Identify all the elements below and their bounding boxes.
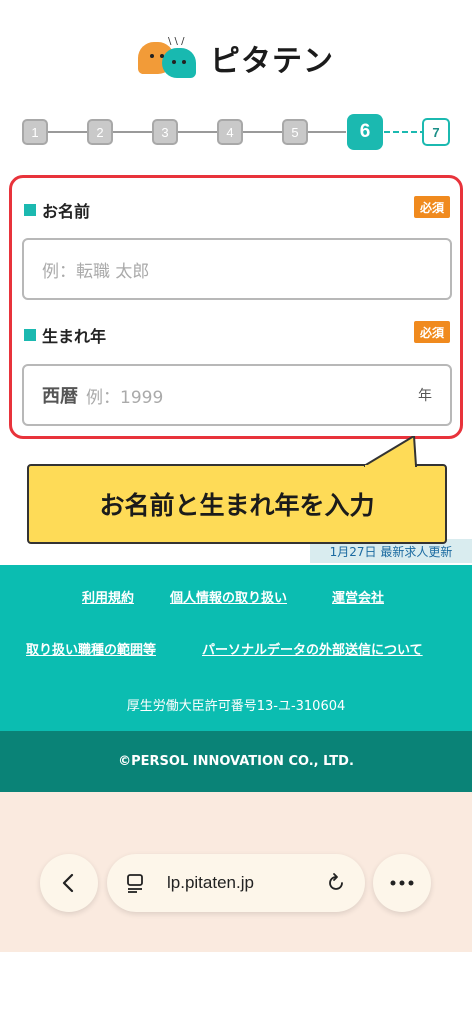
step-indicator: 1 2 3 4 5 6 7	[22, 114, 452, 150]
copyright: ©PERSOL INNOVATION CO., LTD.	[0, 731, 472, 792]
instruction-callout: お名前と生まれ年を入力	[27, 464, 447, 544]
label-square-icon	[24, 204, 36, 216]
name-input[interactable]: 例：転職 太郎	[22, 238, 452, 300]
url-text: lp.pitaten.jp	[167, 873, 254, 892]
footer-link-terms[interactable]: 利用規約	[82, 587, 134, 606]
birth-year-field-label: 生まれ年	[24, 323, 106, 347]
license-number: 厚生労働大臣許可番号13-ユ-310604	[126, 699, 346, 714]
footer-link-personal-data[interactable]: パーソナルデータの外部送信について	[202, 639, 423, 658]
footer: 利用規約 個人情報の取り扱い 運営会社 取り扱い職種の範囲等 パーソナルデータの…	[0, 565, 472, 731]
step-4: 4	[217, 119, 243, 145]
birth-year-required-badge: 必須	[414, 321, 450, 343]
browser-toolbar: lp.pitaten.jp	[0, 792, 472, 952]
step-2: 2	[87, 119, 113, 145]
name-required-badge: 必須	[414, 196, 450, 218]
step-connector-dashed	[384, 131, 426, 133]
step-7: 7	[422, 118, 450, 146]
reader-icon[interactable]	[125, 872, 147, 894]
footer-link-company[interactable]: 運営会社	[332, 587, 384, 606]
step-6-current: 6	[347, 114, 383, 150]
birth-year-label-text: 生まれ年	[42, 327, 107, 346]
name-input-placeholder: 例：転職 太郎	[42, 261, 150, 282]
more-icon	[390, 880, 414, 886]
logo-mark-icon: \ \ /	[138, 36, 200, 80]
birth-year-suffix: 年	[418, 388, 432, 404]
logo-text: ピタテン	[210, 44, 334, 79]
reload-icon[interactable]	[325, 872, 347, 894]
footer-link-job-scope[interactable]: 取り扱い職種の範囲等	[26, 639, 156, 658]
birth-year-placeholder: 例：1999	[86, 387, 164, 408]
chevron-left-icon	[62, 873, 74, 893]
form-highlight-box: お名前 必須 例：転職 太郎 生まれ年 必須 西暦 例：1999 年	[9, 175, 463, 439]
birth-year-input[interactable]: 西暦 例：1999 年	[22, 364, 452, 426]
more-button[interactable]	[373, 854, 431, 912]
bottom-safe-area	[0, 952, 472, 1024]
footer-link-privacy[interactable]: 個人情報の取り扱い	[170, 587, 287, 606]
birth-year-prefix: 西暦	[42, 386, 78, 407]
app-logo: \ \ / ピタテン	[0, 36, 472, 80]
step-5: 5	[282, 119, 308, 145]
back-button[interactable]	[40, 854, 98, 912]
step-1: 1	[22, 119, 48, 145]
address-bar[interactable]: lp.pitaten.jp	[107, 854, 365, 912]
step-3: 3	[152, 119, 178, 145]
name-label-text: お名前	[42, 202, 91, 221]
label-square-icon	[24, 329, 36, 341]
name-field-label: お名前	[24, 198, 90, 222]
